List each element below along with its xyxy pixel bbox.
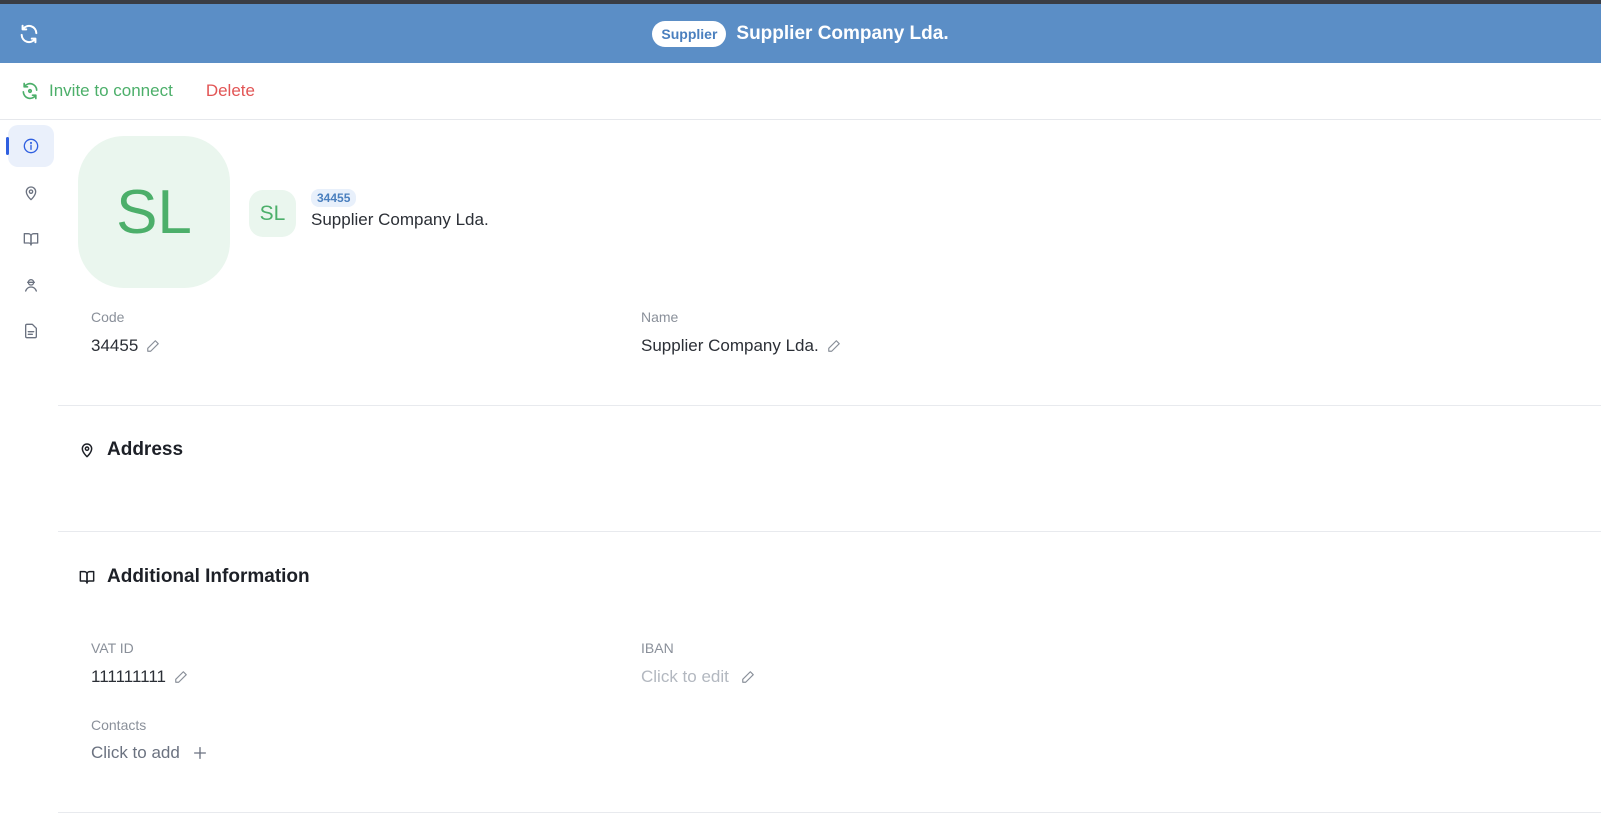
nav-contacts[interactable]: [8, 264, 54, 306]
pencil-icon: [175, 671, 187, 683]
address-section-header: Address: [79, 439, 183, 461]
code-chip: 34455: [311, 189, 357, 207]
address-title: Address: [107, 439, 184, 460]
name-label: Name: [641, 309, 679, 325]
book-icon: [79, 570, 95, 584]
invite-to-connect-button[interactable]: Invite to connect: [20, 81, 173, 101]
additional-info-section-header: Additional Information: [79, 566, 310, 588]
additional-info-title: Additional Information: [107, 566, 310, 587]
avatar-small: SL: [249, 190, 296, 237]
vat-label: VAT ID: [91, 640, 134, 656]
name-value: Supplier Company Lda.: [641, 336, 819, 355]
book-icon: [23, 233, 39, 246]
contacts-label: Contacts: [91, 717, 147, 733]
nav-additional-info[interactable]: [8, 218, 54, 260]
page-title: Supplier Company Lda.: [736, 22, 949, 44]
refresh-icon[interactable]: [18, 23, 40, 45]
section-divider: [58, 405, 1601, 406]
delete-button[interactable]: Delete: [206, 81, 255, 101]
code-value: 34455: [91, 336, 139, 355]
code-field[interactable]: 34455: [91, 336, 160, 356]
location-pin-icon: [25, 186, 37, 201]
entity-type-badge: Supplier: [652, 20, 727, 47]
info-icon: [23, 138, 39, 154]
iban-placeholder: Click to edit: [641, 667, 729, 686]
pencil-icon: [147, 340, 160, 352]
pencil-icon: [827, 340, 840, 352]
section-divider: [58, 531, 1601, 532]
invite-label: Invite to connect: [49, 81, 173, 100]
vat-value: 111111111: [91, 667, 166, 686]
pencil-icon: [742, 671, 754, 683]
plus-icon: [193, 747, 206, 759]
profile-name: Supplier Company Lda.: [311, 210, 489, 229]
name-field[interactable]: Supplier Company Lda.: [641, 336, 841, 356]
iban-label: IBAN: [641, 640, 674, 656]
contacts-placeholder: Click to add: [91, 743, 180, 762]
nav-address[interactable]: [8, 172, 54, 214]
iban-field[interactable]: Click to edit: [641, 667, 755, 687]
vat-field[interactable]: 111111111: [91, 667, 188, 687]
document-icon: [25, 323, 37, 339]
location-pin-icon: [81, 443, 93, 458]
connect-icon: [22, 82, 38, 100]
action-toolbar: Invite to connect Delete: [0, 63, 1601, 120]
contacts-field[interactable]: Click to add: [91, 743, 208, 763]
section-divider: [58, 812, 1601, 813]
page-header: Supplier Supplier Company Lda.: [0, 4, 1601, 63]
avatar-large[interactable]: SL: [78, 136, 230, 288]
code-label: Code: [91, 309, 125, 325]
nav-info[interactable]: [6, 125, 54, 167]
nav-documents[interactable]: [8, 310, 54, 352]
contact-person-icon: [25, 279, 37, 292]
